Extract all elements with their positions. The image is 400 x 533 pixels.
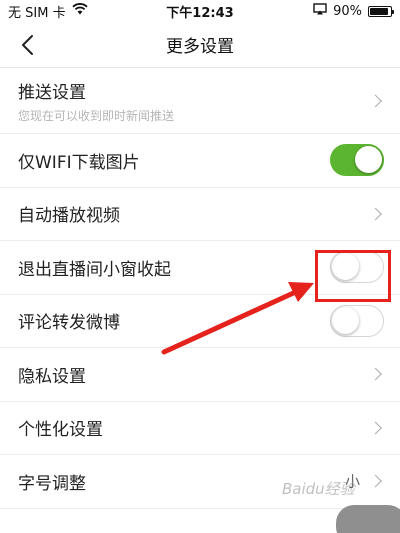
annotation-arrow <box>161 282 314 355</box>
floating-button[interactable] <box>336 505 400 533</box>
watermark: Baidu经验 <box>282 480 355 498</box>
